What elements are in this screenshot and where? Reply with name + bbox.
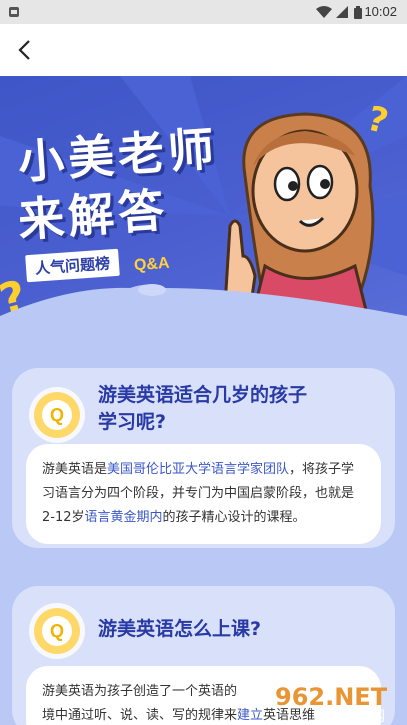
qa-card-title: 游美英语怎么上课? xyxy=(98,616,261,643)
qa-list: Q 游美英语适合几岁的孩子 学习呢? 游美英语是美国哥伦比亚大学语言学家团队，将… xyxy=(0,330,407,725)
svg-text:?: ? xyxy=(365,100,392,140)
link-build[interactable]: 建立 xyxy=(237,708,263,723)
qa-card-title-line1: 游美英语适合几岁的孩子 xyxy=(98,384,308,406)
notification-icon xyxy=(9,7,19,17)
question-badge-icon: Q xyxy=(34,608,80,654)
status-time: 10:02 xyxy=(364,4,397,19)
nav-bar xyxy=(0,24,407,76)
svg-text:962.NET: 962.NET xyxy=(275,683,388,711)
qa-card[interactable]: Q 游美英语适合几岁的孩子 学习呢? 游美英语是美国哥伦比亚大学语言学家团队，将… xyxy=(12,368,395,548)
watermark-logo: 962.NET 乐游网 xyxy=(275,683,388,723)
qa-card-title: 游美英语适合几岁的孩子 学习呢? xyxy=(98,382,307,436)
qa-card-answer: 游美英语是美国哥伦比亚大学语言学家团队，将孩子学习语言分为四个阶段，并专门为中国… xyxy=(26,444,381,544)
status-bar: 10:02 xyxy=(0,0,407,24)
qa-card-title-line1: 游美英语怎么上课? xyxy=(98,618,262,640)
link-golden-period[interactable]: 语言黄金期内 xyxy=(85,510,163,525)
chevron-left-icon xyxy=(18,40,30,60)
back-button[interactable] xyxy=(6,32,42,68)
svg-text:乐游网: 乐游网 xyxy=(343,709,385,723)
battery-icon xyxy=(354,6,362,19)
wifi-icon xyxy=(316,6,332,18)
question-mark-icon: ? xyxy=(365,100,392,140)
link-columbia-team[interactable]: 美国哥伦比亚大学语言学家团队 xyxy=(107,462,289,477)
signal-icon xyxy=(336,6,348,18)
hero-title-line1: 小美老师 xyxy=(16,121,220,190)
qa-card-title-line2: 学习呢? xyxy=(98,411,167,433)
question-badge-icon: Q xyxy=(34,392,80,438)
hero-qa-label: Q&A xyxy=(133,254,171,275)
